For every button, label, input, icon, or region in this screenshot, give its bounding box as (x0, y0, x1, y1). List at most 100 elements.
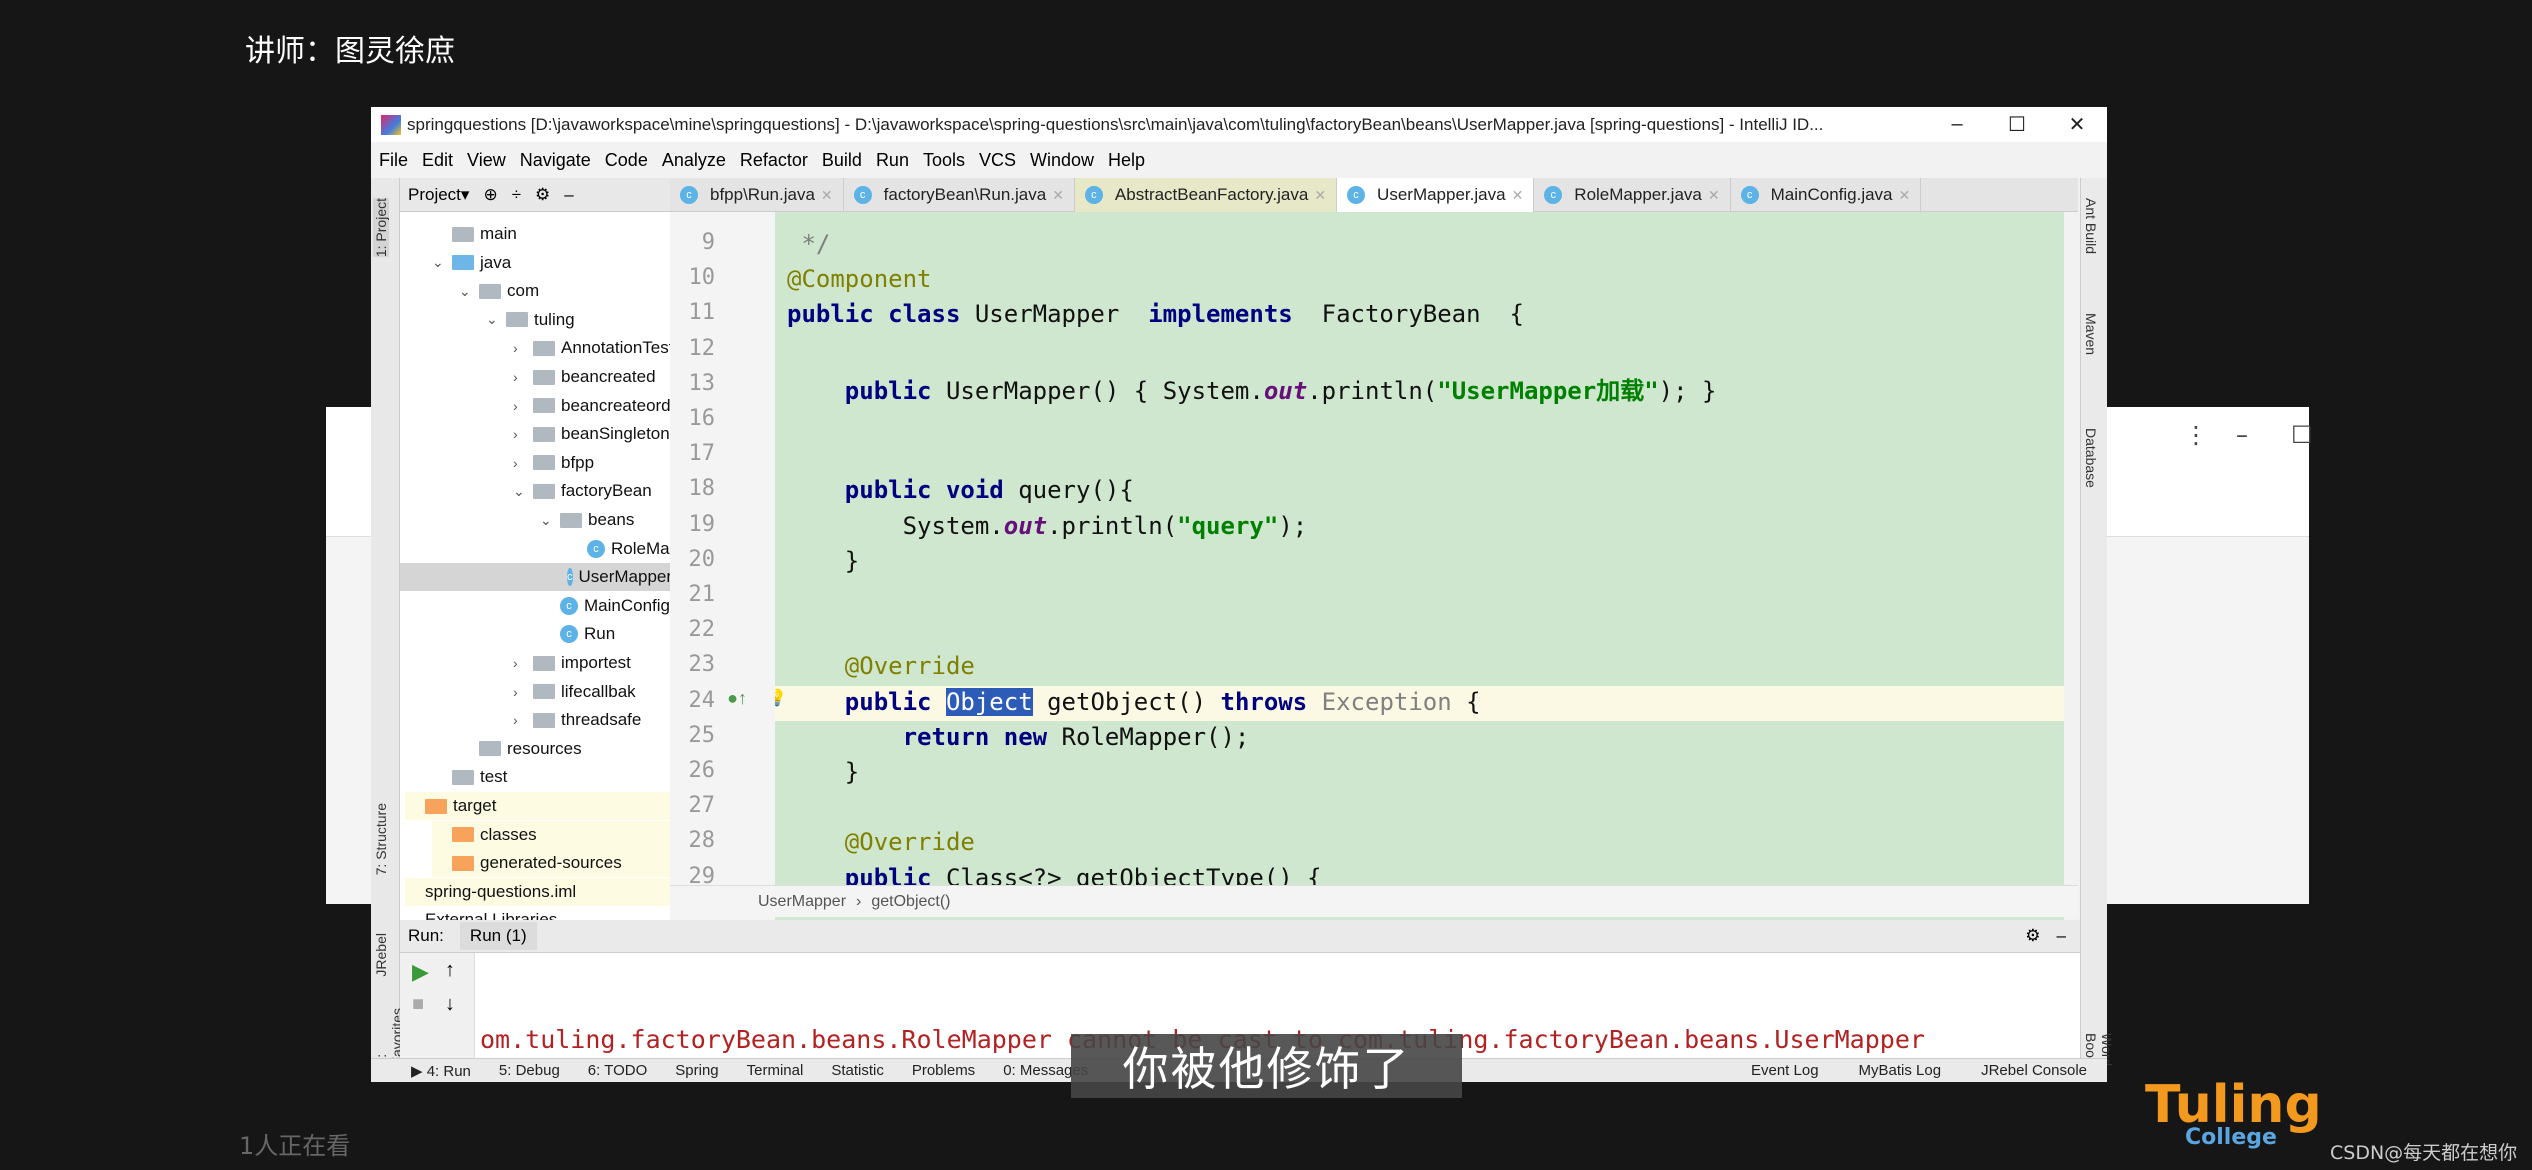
collapse-icon[interactable]: ÷ (512, 185, 521, 205)
bottom-tool-6[interactable]: Problems (912, 1062, 975, 1079)
code-line[interactable]: } (787, 547, 859, 575)
code-line[interactable]: @Override (787, 652, 975, 680)
hide-icon[interactable]: – (2057, 926, 2066, 946)
tree-item[interactable]: resources (459, 735, 582, 763)
tree-item[interactable]: c UserMapper (400, 563, 670, 592)
code-line[interactable]: */ (787, 230, 830, 258)
menu-view[interactable]: View (467, 150, 506, 171)
editor-tab[interactable]: c AbstractBeanFactory.java ✕ (1074, 178, 1338, 212)
menu-edit[interactable]: Edit (422, 150, 453, 171)
structure-tool-button[interactable]: 7: Structure (373, 803, 389, 875)
tree-item[interactable]: ⌄ java (432, 249, 511, 277)
stop-icon[interactable]: ■ (412, 993, 424, 1016)
bottom-tool-event-log[interactable]: Event Log (1751, 1062, 1819, 1079)
menu-code[interactable]: Code (605, 150, 648, 171)
bottom-tool-mybatis-log[interactable]: MyBatis Log (1859, 1062, 1942, 1079)
bottom-tool-4[interactable]: Terminal (747, 1062, 804, 1079)
rerun-icon[interactable]: ▶ (412, 959, 429, 985)
scroll-up-icon[interactable]: ↑ (445, 959, 455, 982)
tree-item[interactable]: c Run (540, 620, 615, 648)
tree-item[interactable]: › beancreated (513, 363, 656, 391)
code-line[interactable]: @Component (787, 265, 932, 293)
menu-window[interactable]: Window (1030, 150, 1094, 171)
tree-item[interactable]: classes (432, 820, 670, 849)
tree-item[interactable]: › threadsafe (513, 706, 641, 734)
ant-build-tool-button[interactable]: Ant Build (2083, 198, 2099, 254)
close-tab-icon[interactable]: ✕ (1899, 187, 1911, 204)
code-line[interactable]: public void query(){ (787, 476, 1134, 504)
run-tab[interactable]: Run (1) (459, 922, 537, 950)
gear-icon[interactable]: ⚙ (2025, 926, 2040, 946)
code-line[interactable]: System.out.println("query"); (787, 512, 1308, 540)
menu-tools[interactable]: Tools (923, 150, 965, 171)
project-tool-button[interactable]: 1: Project (373, 198, 389, 258)
gear-icon[interactable]: ⚙ (535, 185, 550, 205)
chevron-icon[interactable]: › (513, 455, 533, 471)
chevron-icon[interactable]: ⌄ (486, 311, 506, 328)
menu-build[interactable]: Build (822, 150, 862, 171)
tree-item[interactable]: › beanSingleton (513, 420, 670, 448)
code-line[interactable]: public Object getObject() throws Excepti… (787, 687, 1481, 716)
menu-vcs[interactable]: VCS (979, 150, 1016, 171)
lightbulb-icon[interactable]: 💡 (775, 688, 787, 707)
code-line[interactable]: public UserMapper() { System.out.println… (787, 371, 1717, 406)
minimize-button[interactable]: – (1927, 107, 1987, 142)
tree-item[interactable]: main (432, 220, 517, 248)
hide-icon[interactable]: – (564, 185, 573, 205)
chevron-icon[interactable]: ⌄ (513, 483, 533, 500)
tree-item[interactable]: test (432, 763, 507, 791)
tree-item[interactable]: c MainConfig (540, 592, 670, 620)
chevron-icon[interactable]: › (513, 684, 533, 700)
maven-tool-button[interactable]: Maven (2083, 313, 2099, 355)
chevron-icon[interactable]: ⌄ (540, 512, 560, 529)
bottom-tool-2[interactable]: 6: TODO (588, 1062, 647, 1079)
bottom-tool-3[interactable]: Spring (675, 1062, 718, 1079)
tree-item[interactable]: target (405, 792, 670, 820)
tree-item[interactable]: › beancreateorder (513, 392, 670, 420)
bottom-tool-0[interactable]: ▶ 4: Run (411, 1062, 471, 1080)
scroll-down-icon[interactable]: ↓ (445, 993, 455, 1016)
tree-item[interactable]: › lifecallbak (513, 678, 636, 706)
tree-item[interactable]: ⌄ tuling (486, 306, 575, 334)
jrebel-tool-button[interactable]: JRebel (373, 933, 389, 977)
tree-item[interactable]: › AnnotationTest (513, 334, 670, 362)
menu-run[interactable]: Run (876, 150, 909, 171)
chevron-icon[interactable]: › (513, 712, 533, 728)
chevron-icon[interactable]: ⌄ (432, 254, 452, 271)
tree-item[interactable]: ⌄ factoryBean (513, 477, 652, 505)
locate-icon[interactable]: ⊕ (483, 185, 497, 205)
menu-help[interactable]: Help (1108, 150, 1145, 171)
breadcrumb-method[interactable]: getObject() (871, 893, 950, 911)
project-view-dropdown[interactable]: Project▾ (408, 185, 469, 205)
editor-tab[interactable]: c factoryBean\Run.java ✕ (844, 178, 1075, 212)
code-line[interactable]: return new RoleMapper(); (787, 723, 1250, 751)
menu-analyze[interactable]: Analyze (662, 150, 726, 171)
close-tab-icon[interactable]: ✕ (1314, 187, 1326, 204)
menu-navigate[interactable]: Navigate (520, 150, 591, 171)
code-line[interactable]: @Override (787, 828, 975, 856)
close-tab-icon[interactable]: ✕ (821, 187, 833, 204)
editor-tab[interactable]: c bfpp\Run.java ✕ (670, 178, 844, 212)
implements-marker-icon[interactable]: ●↑ (727, 688, 747, 709)
bottom-tool-jrebel-console[interactable]: JRebel Console (1981, 1062, 2087, 1079)
maximize-button[interactable]: ☐ (1987, 107, 2047, 142)
menu-refactor[interactable]: Refactor (740, 150, 808, 171)
editor-tab[interactable]: c MainConfig.java ✕ (1731, 178, 1922, 212)
close-tab-icon[interactable]: ✕ (1052, 187, 1064, 204)
tree-item[interactable]: ⌄ beans (540, 506, 634, 534)
close-tab-icon[interactable]: ✕ (1512, 187, 1524, 204)
editor-tab[interactable]: c RoleMapper.java ✕ (1534, 178, 1731, 212)
editor-tab[interactable]: c UserMapper.java ✕ (1337, 178, 1535, 212)
tree-item[interactable]: generated-sources (432, 849, 670, 878)
tree-item[interactable]: › bfpp (513, 449, 594, 477)
close-tab-icon[interactable]: ✕ (1708, 187, 1720, 204)
chevron-icon[interactable]: › (513, 398, 533, 414)
close-button[interactable]: ✕ (2047, 107, 2107, 142)
code-line[interactable]: } (787, 758, 859, 786)
code-line[interactable]: public class UserMapper implements Facto… (787, 300, 1524, 328)
tree-item[interactable]: spring-questions.iml (405, 877, 670, 906)
chevron-icon[interactable]: › (513, 655, 533, 671)
chevron-icon[interactable]: › (513, 426, 533, 442)
bottom-tool-1[interactable]: 5: Debug (499, 1062, 560, 1079)
tree-item[interactable]: › importest (513, 649, 631, 677)
